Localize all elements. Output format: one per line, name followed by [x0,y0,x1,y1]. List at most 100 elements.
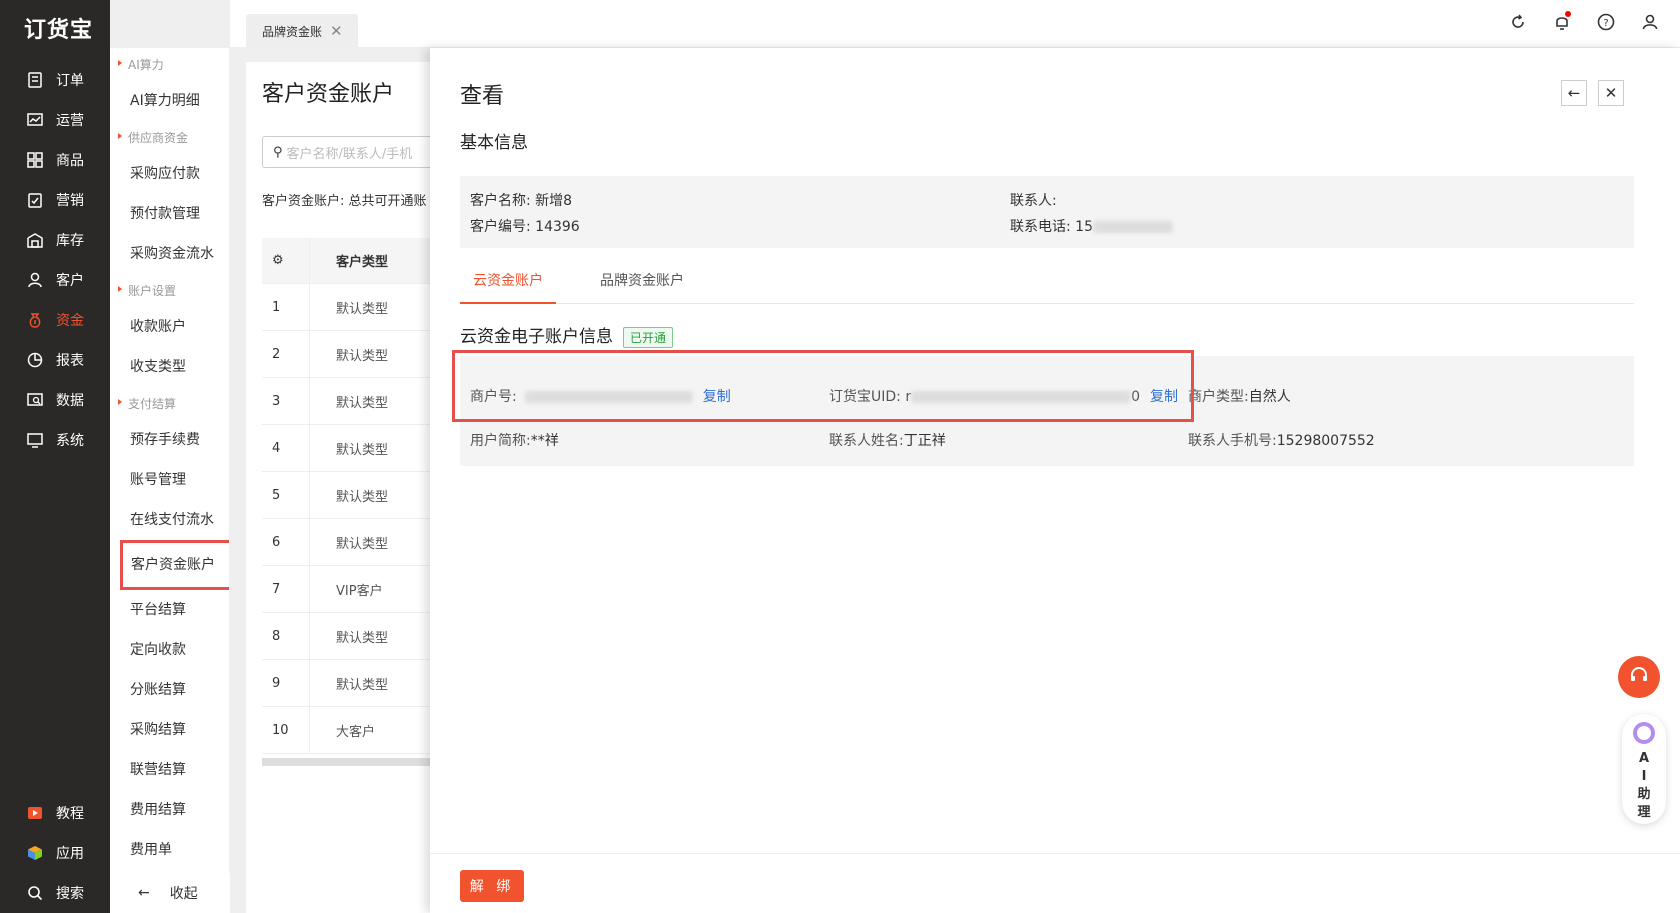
table-row[interactable]: 2 默认类型 [262,331,438,378]
nav-item-customers[interactable]: 客户 [0,260,110,300]
ai-assistant-button[interactable]: AI助理 [1622,714,1666,824]
table-row[interactable]: 1 默认类型 [262,284,438,331]
menu-item-income-types[interactable]: 收支类型 [110,347,229,387]
menu-group-supplier-funds: 供应商资金 [110,121,229,154]
row-type: 默认类型 [336,630,389,646]
view-drawer: 查看 ← ✕ 基本信息 客户名称: 新增8 客户编号: 14396 联系人: 联… [430,48,1680,913]
nav-label: 商品 [56,153,84,169]
nav-item-tutorial[interactable]: 教程 [0,793,110,833]
tab-brand-account[interactable]: 品牌资金账户 [600,258,684,304]
menu-item-purchase-flow[interactable]: 采购资金流水 [110,234,229,274]
account-tabs: 云资金账户 品牌资金账户 [460,258,1634,304]
refresh-icon[interactable] [1508,12,1528,32]
menu-item-prestore-fee[interactable]: 预存手续费 [110,420,229,460]
help-icon[interactable]: ? [1596,12,1616,32]
blurred-value [1093,221,1173,233]
row-no: 6 [262,519,310,565]
label: 客户名称: [470,193,531,209]
contact-phone-field: 联系人手机号:15298007552 [1188,430,1375,450]
settings-gear-icon[interactable]: ⚙ [262,238,310,283]
nav-item-products[interactable]: 商品 [0,140,110,180]
menu-item-prepayment[interactable]: 预付款管理 [110,194,229,234]
nav-item-orders[interactable]: 订单 [0,60,110,100]
unbind-button[interactable]: 解 绑 [460,870,524,902]
main-sidebar: 订货宝 订单 运营 商品 营销 库存 客户 资金 报表 数据 系统 教程 应用 … [0,0,110,913]
close-button[interactable]: ✕ [1598,80,1624,106]
toolbar-icons: ? [1508,11,1660,32]
menu-item-joint-settlement[interactable]: 联营结算 [110,750,229,790]
user-account-icon[interactable] [1640,12,1660,32]
customer-service-button[interactable] [1618,656,1660,698]
account-info-title: 云资金电子账户信息 已开通 [460,322,674,348]
ai-orb-icon [1633,722,1655,744]
row-type: 默认类型 [336,677,389,693]
menu-item-directed-collection[interactable]: 定向收款 [110,630,229,670]
nav-item-data[interactable]: 数据 [0,380,110,420]
chart-icon [26,111,44,129]
menu-item-platform-settlement[interactable]: 平台结算 [110,590,229,630]
row-no: 5 [262,472,310,518]
back-button[interactable]: ← [1561,80,1587,106]
label: 联系电话: [1010,219,1071,235]
bell-icon[interactable] [1552,11,1572,32]
menu-item-fee-bill[interactable]: 费用单 [110,830,229,870]
menu-item-fee-settlement[interactable]: 费用结算 [110,790,229,830]
value: **祥 [530,433,559,449]
menu-item-split-settlement[interactable]: 分账结算 [110,670,229,710]
value: 丁正祥 [903,433,946,449]
nav-item-reports[interactable]: 报表 [0,340,110,380]
table-header: ⚙ 客户类型 [262,238,438,284]
table-row[interactable]: 4 默认类型 [262,425,438,472]
table-scrollbar[interactable] [262,758,438,766]
customer-table: ⚙ 客户类型 1 默认类型 2 默认类型 3 默认类型 4 默认类型 5 默认类型 6 默认类… [262,238,438,766]
menu-item-account-mgmt[interactable]: 账号管理 [110,460,229,500]
menu-item-purchase-settlement[interactable]: 采购结算 [110,710,229,750]
nav-item-apps[interactable]: 应用 [0,833,110,873]
menu-item-payables[interactable]: 采购应付款 [110,154,229,194]
table-row[interactable]: 7 VIP客户 [262,566,438,613]
search-input[interactable]: ⚲ 客户名称/联系人/手机 [262,136,442,168]
row-no: 9 [262,660,310,706]
row-type: 默认类型 [336,536,389,552]
menu-item-customer-fund-account[interactable]: 客户资金账户 [120,540,229,590]
drawer-footer: 解 绑 [430,853,1680,913]
money-bag-icon [26,311,44,329]
table-row[interactable]: 8 默认类型 [262,613,438,660]
nav-label: 数据 [56,393,84,409]
table-row[interactable]: 6 默认类型 [262,519,438,566]
nav-item-operations[interactable]: 运营 [0,100,110,140]
nav-item-inventory[interactable]: 库存 [0,220,110,260]
nav-item-search[interactable]: 搜索 [0,873,110,913]
nav-item-funds[interactable]: 资金 [0,300,110,340]
basic-info-box: 客户名称: 新增8 客户编号: 14396 联系人: 联系电话: 15 [460,176,1634,248]
menu-group-account-settings: 账户设置 [110,274,229,307]
drawer-title: 查看 [460,84,505,109]
table-row[interactable]: 10 大客户 [262,707,438,754]
label: 商户类型: [1188,389,1249,405]
menu-item-ai-detail[interactable]: AI算力明细 [110,81,229,121]
pie-icon [26,351,44,369]
data-icon [26,391,44,409]
tab-brand-funds[interactable]: 品牌资金账 ✕ [246,14,358,48]
table-row[interactable]: 9 默认类型 [262,660,438,707]
menu-item-online-payment-flow[interactable]: 在线支付流水 [110,500,229,540]
phone-field: 联系电话: 15 [1010,216,1173,236]
clipboard-icon [26,191,44,209]
menu-item-receiving-account[interactable]: 收款账户 [110,307,229,347]
cube-icon [26,844,44,862]
highlight-annotation [452,350,1194,422]
collapse-button[interactable]: ← 收起 [110,873,230,913]
nav-item-marketing[interactable]: 营销 [0,180,110,220]
nav-item-system[interactable]: 系统 [0,420,110,460]
table-row[interactable]: 3 默认类型 [262,378,438,425]
row-no: 2 [262,331,310,377]
table-row[interactable]: 5 默认类型 [262,472,438,519]
value: 15298007552 [1276,433,1375,449]
label: 联系人姓名: [829,433,904,449]
value: 14396 [535,219,580,235]
ai-label: AI助理 [1637,751,1651,820]
close-icon[interactable]: ✕ [330,22,343,40]
nav-label: 资金 [56,313,84,329]
nav-label: 客户 [56,273,84,289]
tab-cloud-account[interactable]: 云资金账户 [460,258,556,304]
